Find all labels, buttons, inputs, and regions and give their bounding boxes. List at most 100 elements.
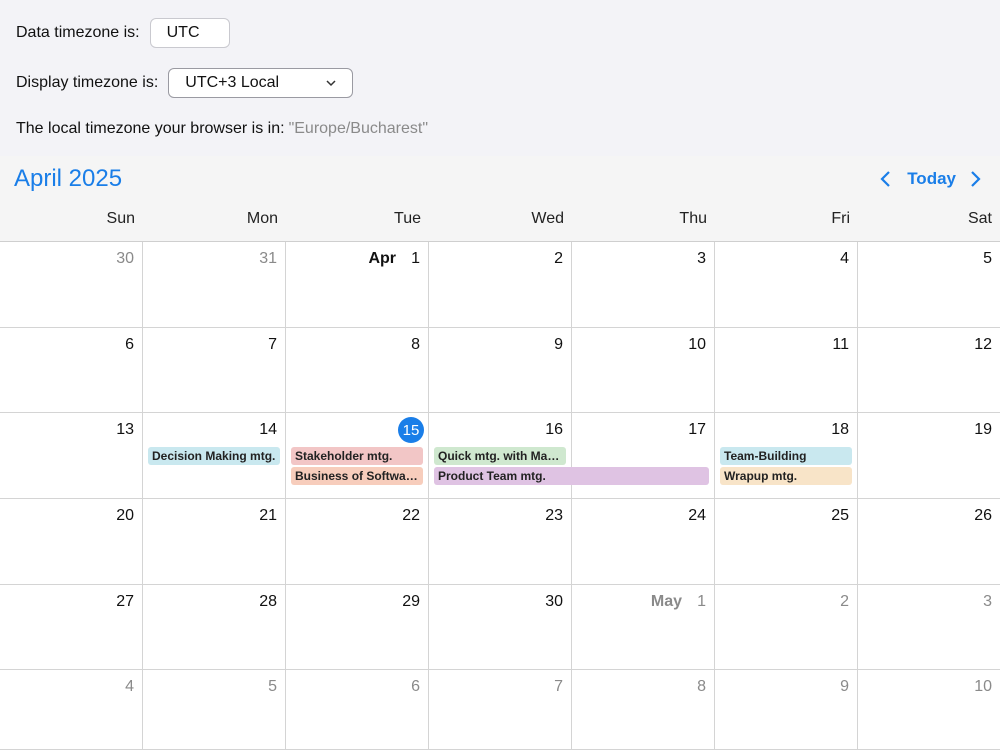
day-cell[interactable]: 7 — [143, 328, 286, 413]
local-timezone-value: "Europe/Bucharest" — [288, 120, 428, 137]
calendar-event[interactable]: Product Team mtg. — [434, 467, 709, 485]
weekday-header-row: Sun Mon Tue Wed Thu Fri Sat — [0, 210, 1000, 232]
today-date-badge: 15 — [398, 417, 424, 443]
previous-month-button[interactable] — [873, 166, 899, 192]
day-cell[interactable]: 9 — [715, 670, 858, 750]
day-cell[interactable]: 23 — [429, 499, 572, 585]
day-cell[interactable]: 30 — [429, 585, 572, 670]
local-timezone-row: The local timezone your browser is in: "… — [16, 118, 428, 140]
day-cell[interactable]: 25 — [715, 499, 858, 585]
day-number: 31 — [259, 250, 277, 267]
data-timezone-input[interactable] — [149, 18, 230, 48]
day-number: 3 — [983, 593, 992, 610]
calendar-event[interactable]: Quick mtg. with Martin — [434, 447, 566, 465]
weekday-tue: Tue — [394, 210, 421, 227]
day-cell[interactable]: 31 — [143, 242, 286, 328]
day-cell[interactable]: 7 — [429, 670, 572, 750]
day-number: 18 — [831, 421, 849, 438]
day-number: 7 — [268, 336, 277, 353]
day-number: 28 — [259, 593, 277, 610]
day-number: 10 — [974, 678, 992, 695]
day-cell[interactable]: 21 — [143, 499, 286, 585]
day-cell[interactable]: 2 — [429, 242, 572, 328]
display-timezone-select[interactable]: UTC+3 Local — [168, 68, 354, 98]
month-grid: 30 31 1 Apr 2 3 4 5 6 7 8 9 10 11 12 13 14 15 16 17 18 19 20 21… — [0, 242, 1000, 750]
day-cell[interactable]: 30 — [0, 242, 143, 328]
day-number: 26 — [974, 507, 992, 524]
day-cell[interactable]: 27 — [0, 585, 143, 670]
day-cell[interactable]: 12 — [858, 328, 1000, 413]
day-cell[interactable]: 24 — [572, 499, 715, 585]
weekday-sat: Sat — [967, 210, 992, 227]
calendar-event[interactable]: Wrapup mtg. — [720, 467, 852, 485]
weekday-fri: Fri — [831, 210, 850, 227]
month-start-label: May — [650, 593, 682, 610]
day-number: 4 — [125, 678, 134, 695]
day-number: 27 — [116, 593, 134, 610]
chevron-down-icon — [326, 80, 336, 87]
day-number: 13 — [116, 421, 134, 438]
day-number: 2 — [840, 593, 849, 610]
day-number: 22 — [402, 507, 420, 524]
day-cell[interactable]: 20 — [0, 499, 143, 585]
day-cell[interactable]: 19 — [858, 413, 1000, 499]
day-cell[interactable]: 3 — [572, 242, 715, 328]
day-number: 25 — [831, 507, 849, 524]
day-number: 11 — [832, 336, 849, 353]
day-cell[interactable]: 1 Apr — [286, 242, 429, 328]
month-start-label: Apr — [368, 250, 396, 267]
display-timezone-row: Display timezone is: UTC+3 Local — [16, 68, 354, 98]
day-cell[interactable]: 22 — [286, 499, 429, 585]
chevron-right-icon — [971, 171, 981, 187]
day-number: 5 — [983, 250, 992, 267]
day-cell[interactable]: 11 — [715, 328, 858, 413]
day-number: 23 — [545, 507, 563, 524]
day-number: 30 — [545, 593, 563, 610]
calendar-navigation: Today — [873, 166, 988, 192]
data-timezone-row: Data timezone is: — [16, 18, 230, 48]
calendar-header: April 2025 Today Sun Mon Tue Wed Thu Fri Sat — [0, 156, 1000, 242]
day-cell[interactable]: 28 — [143, 585, 286, 670]
day-cell[interactable]: 13 — [0, 413, 143, 499]
calendar-event[interactable]: Business of Software Conference — [291, 467, 423, 485]
day-cell[interactable]: 29 — [286, 585, 429, 670]
day-cell[interactable]: 8 — [572, 670, 715, 750]
day-cell[interactable]: 17 — [572, 413, 715, 499]
day-number: 12 — [974, 336, 992, 353]
day-number: 16 — [545, 421, 563, 438]
day-cell[interactable]: 5 — [143, 670, 286, 750]
next-month-button[interactable] — [962, 166, 988, 192]
day-number: 19 — [974, 421, 992, 438]
local-timezone-label: The local timezone your browser is in: — [16, 120, 285, 137]
day-cell[interactable]: 6 — [0, 328, 143, 413]
day-cell[interactable]: 4 — [715, 242, 858, 328]
calendar-event[interactable]: Decision Making mtg. — [148, 447, 280, 465]
day-number: 8 — [411, 336, 420, 353]
day-cell[interactable]: 9 — [429, 328, 572, 413]
day-cell[interactable]: 2 — [715, 585, 858, 670]
day-cell[interactable]: 10 — [572, 328, 715, 413]
day-number: 1 — [411, 250, 420, 267]
day-number: 8 — [697, 678, 706, 695]
day-cell[interactable]: 8 — [286, 328, 429, 413]
day-cell[interactable]: 3 — [858, 585, 1000, 670]
today-button[interactable]: Today — [907, 169, 956, 189]
day-cell[interactable]: 6 — [286, 670, 429, 750]
day-cell[interactable]: 26 — [858, 499, 1000, 585]
day-cell[interactable]: 4 — [0, 670, 143, 750]
weekday-mon: Mon — [246, 210, 278, 227]
day-number: 24 — [688, 507, 706, 524]
day-number: 9 — [840, 678, 849, 695]
weekday-sun: Sun — [106, 210, 135, 227]
day-number: 10 — [688, 336, 706, 353]
weekday-wed: Wed — [531, 210, 564, 227]
day-cell[interactable]: 1 May — [572, 585, 715, 670]
day-cell[interactable]: 5 — [858, 242, 1000, 328]
calendar-event[interactable]: Team-Building — [720, 447, 852, 465]
timezone-settings-panel: Data timezone is: Display timezone is: U… — [0, 0, 1000, 156]
day-number: 17 — [688, 421, 706, 438]
day-cell[interactable]: 10 — [858, 670, 1000, 750]
calendar-event[interactable]: Stakeholder mtg. — [291, 447, 423, 465]
day-number: 1 — [697, 593, 706, 610]
day-number: 7 — [554, 678, 563, 695]
